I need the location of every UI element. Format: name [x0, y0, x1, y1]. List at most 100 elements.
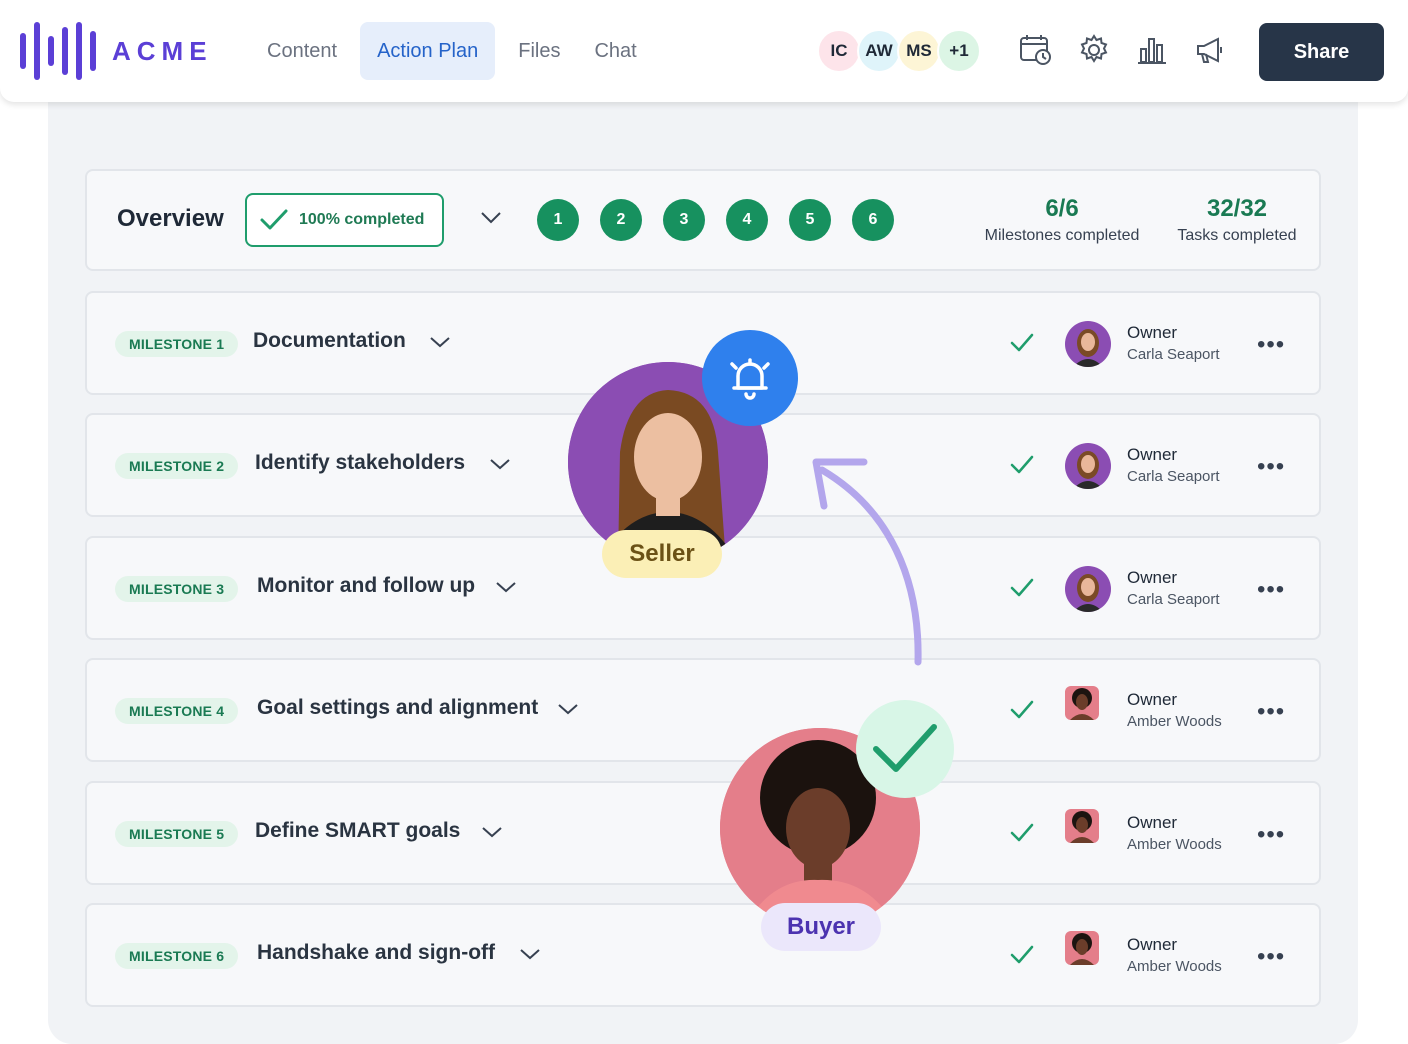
chevron-down-icon[interactable] — [519, 947, 541, 966]
buyer-label: Buyer — [761, 903, 881, 951]
owner-info: Owner Carla Seaport — [1127, 568, 1220, 608]
step-1[interactable]: 1 — [537, 199, 579, 241]
tasks-value: 32/32 — [1206, 195, 1268, 222]
owner-name: Carla Seaport — [1127, 346, 1220, 363]
milestone-tag: MILESTONE 5 — [115, 821, 239, 847]
avatar-ms[interactable]: MS — [897, 29, 941, 73]
milestone-row-4[interactable]: MILESTONE 4 Goal settings and alignment … — [85, 658, 1321, 762]
nav-files[interactable]: Files — [501, 22, 577, 80]
owner-avatar — [1065, 566, 1111, 612]
milestones-label: Milestones completed — [984, 227, 1140, 244]
nav-action-plan[interactable]: Action Plan — [360, 22, 496, 80]
check-icon — [1009, 576, 1035, 605]
step-5[interactable]: 5 — [789, 199, 831, 241]
completion-label: 100% completed — [299, 211, 425, 228]
owner-info: Owner Amber Woods — [1127, 935, 1222, 975]
milestone-tag: MILESTONE 2 — [115, 453, 239, 479]
milestone-row-6[interactable]: MILESTONE 6 Handshake and sign-off Owner… — [85, 903, 1321, 1007]
owner-name: Carla Seaport — [1127, 591, 1220, 608]
milestone-title: Handshake and sign-off — [257, 941, 496, 964]
overview-row: Overview 100% completed 1 2 3 4 5 6 6/6 … — [85, 169, 1321, 271]
logo-bars-icon — [20, 22, 96, 80]
owner-info: Owner Amber Woods — [1127, 813, 1222, 853]
milestone-tag: MILESTONE 1 — [115, 331, 239, 357]
owner-label: Owner — [1127, 690, 1178, 709]
milestone-tag: MILESTONE 6 — [115, 943, 239, 969]
step-6[interactable]: 6 — [852, 199, 894, 241]
chevron-down-icon[interactable] — [489, 457, 511, 476]
owner-info: Owner Carla Seaport — [1127, 323, 1220, 363]
toolbar-icons — [1016, 30, 1230, 70]
more-options-icon[interactable]: ••• — [1257, 698, 1285, 726]
milestone-title: Monitor and follow up — [257, 574, 476, 597]
bell-icon — [702, 330, 798, 426]
check-icon — [1009, 453, 1035, 482]
chevron-down-icon[interactable] — [479, 209, 503, 230]
owner-label: Owner — [1127, 813, 1178, 832]
completion-badge: 100% completed — [245, 193, 444, 247]
milestone-title: Documentation — [253, 329, 406, 352]
acme-logo[interactable]: ACME — [20, 22, 213, 80]
more-options-icon[interactable]: ••• — [1257, 821, 1285, 849]
owner-name: Carla Seaport — [1127, 468, 1220, 485]
milestone-tag: MILESTONE 3 — [115, 576, 239, 602]
avatar-aw[interactable]: AW — [857, 29, 901, 73]
top-bar: ACME Content Action Plan Files Chat IC A… — [0, 0, 1408, 102]
gear-icon[interactable] — [1074, 30, 1114, 70]
step-4[interactable]: 4 — [726, 199, 768, 241]
share-button[interactable]: Share — [1259, 23, 1384, 81]
milestones-stat: 6/6 Milestones completed — [979, 195, 1145, 245]
logo-text: ACME — [112, 35, 213, 66]
owner-avatar — [1065, 443, 1111, 489]
check-icon — [1009, 698, 1035, 727]
chevron-down-icon[interactable] — [481, 825, 503, 844]
chevron-down-icon[interactable] — [557, 702, 579, 721]
collaborator-avatars[interactable]: IC AW MS +1 — [817, 29, 981, 73]
milestone-row-5[interactable]: MILESTONE 5 Define SMART goals Owner Amb… — [85, 781, 1321, 885]
check-icon — [1009, 331, 1035, 360]
owner-avatar — [1065, 686, 1099, 720]
step-3[interactable]: 3 — [663, 199, 705, 241]
owner-label: Owner — [1127, 445, 1178, 464]
nav-content[interactable]: Content — [250, 22, 354, 80]
owner-name: Amber Woods — [1127, 958, 1222, 975]
owner-name: Amber Woods — [1127, 713, 1222, 730]
check-icon — [1009, 821, 1035, 850]
milestone-title: Define SMART goals — [255, 819, 461, 842]
seller-label: Seller — [602, 530, 722, 578]
milestones-value: 6/6 — [1045, 195, 1079, 222]
avatar-ic[interactable]: IC — [817, 29, 861, 73]
main-nav: Content Action Plan Files Chat — [250, 22, 654, 80]
chevron-down-icon[interactable] — [429, 335, 451, 354]
megaphone-icon[interactable] — [1190, 30, 1230, 70]
calendar-clock-icon[interactable] — [1016, 30, 1056, 70]
checkmark-icon — [856, 700, 954, 798]
curved-arrow-icon — [812, 458, 922, 666]
milestone-title: Identify stakeholders — [255, 451, 466, 474]
owner-avatar — [1065, 809, 1099, 843]
bar-chart-icon[interactable] — [1132, 30, 1172, 70]
more-options-icon[interactable]: ••• — [1257, 331, 1285, 359]
avatar-more[interactable]: +1 — [937, 29, 981, 73]
owner-label: Owner — [1127, 323, 1178, 342]
tasks-stat: 32/32 Tasks completed — [1167, 195, 1307, 245]
nav-chat[interactable]: Chat — [577, 22, 653, 80]
milestone-tag: MILESTONE 4 — [115, 698, 239, 724]
more-options-icon[interactable]: ••• — [1257, 943, 1285, 971]
milestone-title: Goal settings and alignment — [257, 696, 539, 719]
owner-avatar — [1065, 321, 1111, 367]
owner-label: Owner — [1127, 935, 1178, 954]
milestone-steps: 1 2 3 4 5 6 — [537, 199, 894, 241]
overview-title: Overview — [117, 205, 224, 232]
chevron-down-icon[interactable] — [495, 580, 517, 599]
owner-info: Owner Amber Woods — [1127, 690, 1222, 730]
more-options-icon[interactable]: ••• — [1257, 576, 1285, 604]
more-options-icon[interactable]: ••• — [1257, 453, 1285, 481]
owner-label: Owner — [1127, 568, 1178, 587]
owner-name: Amber Woods — [1127, 836, 1222, 853]
check-icon — [1009, 943, 1035, 972]
owner-avatar — [1065, 931, 1099, 965]
tasks-label: Tasks completed — [1177, 227, 1297, 244]
step-2[interactable]: 2 — [600, 199, 642, 241]
check-icon — [260, 209, 288, 230]
